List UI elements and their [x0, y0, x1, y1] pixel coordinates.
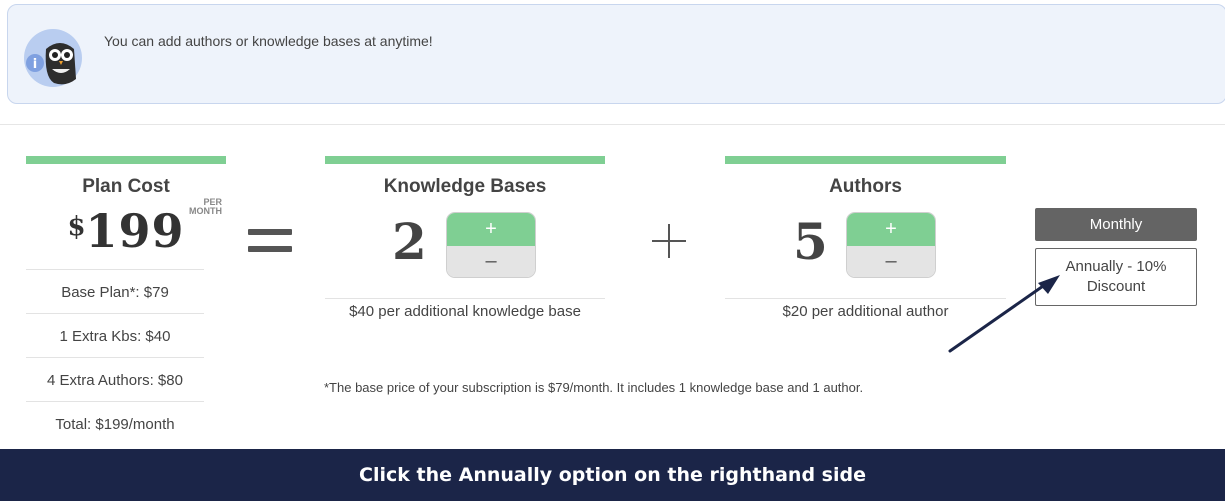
plan-cost-title: Plan Cost — [82, 176, 170, 197]
knowledge-bases-divider — [325, 298, 605, 299]
knowledge-bases-title: Knowledge Bases — [383, 176, 547, 197]
knowledge-bases-price-note: $40 per additional knowledge base — [349, 303, 581, 320]
breakdown-divider — [26, 357, 204, 358]
authors-decrement-button[interactable]: – — [847, 246, 935, 277]
section-divider — [0, 124, 1225, 125]
breakdown-divider — [26, 313, 204, 314]
knowledge-bases-decrement-button[interactable]: – — [447, 246, 535, 277]
instruction-text: Click the Annually option on the rightha… — [359, 464, 866, 486]
breakdown-extra-kbs: 1 Extra Kbs: $40 — [59, 328, 171, 345]
annotation-arrow-icon — [948, 275, 1060, 353]
equals-icon — [248, 229, 292, 252]
authors-stepper: + – — [846, 212, 936, 278]
knowledge-bases-accent-bar — [325, 156, 605, 164]
info-message: You can add authors or knowledge bases a… — [104, 33, 433, 49]
knowledge-bases-count: 2 — [392, 212, 427, 271]
instruction-banner: Click the Annually option on the rightha… — [0, 449, 1225, 501]
authors-accent-bar — [725, 156, 1006, 164]
plan-price: $199 — [26, 204, 226, 258]
breakdown-total: Total: $199/month — [55, 416, 175, 433]
monthly-billing-button[interactable]: Monthly — [1035, 208, 1197, 241]
knowledge-bases-stepper: + – — [446, 212, 536, 278]
authors-increment-button[interactable]: + — [847, 213, 935, 246]
plus-icon — [652, 224, 686, 258]
price-value: 199 — [85, 204, 185, 258]
pricing-footnote: *The base price of your subscription is … — [324, 380, 864, 395]
authors-title: Authors — [829, 176, 902, 197]
breakdown-base-plan: Base Plan*: $79 — [61, 284, 169, 301]
svg-text:i: i — [33, 57, 37, 72]
currency-symbol: $ — [67, 212, 86, 242]
info-callout: i You can add authors or knowledge bases… — [7, 4, 1225, 104]
breakdown-extra-authors: 4 Extra Authors: $80 — [47, 372, 183, 389]
plan-cost-accent-bar — [26, 156, 226, 164]
owl-info-icon: i — [24, 29, 82, 87]
breakdown-divider — [26, 401, 204, 402]
knowledge-bases-increment-button[interactable]: + — [447, 213, 535, 246]
breakdown-divider — [26, 269, 204, 270]
authors-count: 5 — [793, 212, 828, 271]
